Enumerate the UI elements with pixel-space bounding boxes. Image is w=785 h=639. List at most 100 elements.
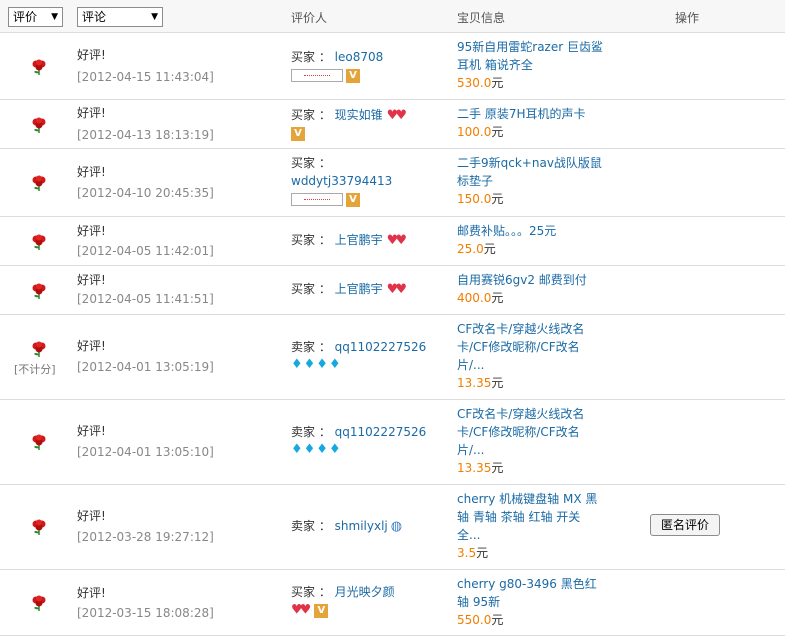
price-unit: 元 <box>491 613 504 627</box>
price-unit: 元 <box>491 291 504 305</box>
col-header-reviewer: 评价人 <box>291 11 328 25</box>
heart-rank-icon: ♥♥ <box>386 281 407 297</box>
rose-icon <box>32 595 46 611</box>
item-info: 二手 原装7H耳机的声卡 100.0元 <box>457 105 607 141</box>
item-title-link[interactable]: 自用赛锐6gv2 邮费到付 <box>457 271 607 289</box>
item-price: 400.0 <box>457 291 492 305</box>
rank-box <box>291 69 343 82</box>
rose-icon <box>32 434 46 450</box>
item-title-link[interactable]: 二手9新qck+nav战队版鼠标垫子 <box>457 154 607 190</box>
table-row: 好评! [2012-04-05 11:41:51] 买家 ： 上官鹏宇 ♥♥ 自用… <box>0 266 785 315</box>
chevron-down-icon: ▼ <box>51 12 58 22</box>
item-title-link[interactable]: 95新自用雷蛇razer 巨齿鲨耳机 箱说齐全 <box>457 38 607 74</box>
reviewer-name-link[interactable]: wddytj33794413 <box>291 172 441 190</box>
item-price: 530.0 <box>457 76 492 90</box>
price-unit: 元 <box>491 461 504 475</box>
price-unit: 元 <box>491 376 504 390</box>
item-info: CF改名卡/穿越火线改名卡/CF修改昵称/CF改名片/... 13.35元 <box>457 320 607 392</box>
item-info: 自用赛锐6gv2 邮费到付 400.0元 <box>457 271 607 307</box>
item-price: 550.0 <box>457 613 492 627</box>
item-info: 邮费补贴。。。25元 25.0元 <box>457 222 607 258</box>
item-price: 13.35 <box>457 461 492 475</box>
review-time: [2012-04-05 11:41:51] <box>77 292 214 306</box>
rose-icon <box>32 283 46 299</box>
review-time: [2012-04-01 13:05:19] <box>77 360 214 374</box>
diamond-rank-icon: ♦♦♦♦ <box>291 442 342 457</box>
table-header: 评价 ▼ 评论 ▼ 评价人 宝贝信息 操作 <box>0 0 785 33</box>
item-info: CF改名卡/穿越火线改名卡/CF修改昵称/CF改名片/... 13.35元 <box>457 405 607 477</box>
reviewer-role: 买家 ： <box>291 108 331 122</box>
no-score-label: [不计分] <box>14 363 56 376</box>
reviewer-name-link[interactable]: 上官鹏宇 <box>335 233 383 247</box>
item-title-link[interactable]: 二手 原装7H耳机的声卡 <box>457 105 607 123</box>
rating-verdict: 好评! <box>77 586 106 600</box>
anonymous-review-button[interactable]: 匿名评价 <box>650 514 720 536</box>
reviewer-info: 买家 ： wddytj33794413 V <box>291 154 441 208</box>
price-unit: 元 <box>483 242 496 256</box>
review-time: [2012-04-05 11:42:01] <box>77 244 214 258</box>
table-row: [不计分] 好评! [2012-04-01 13:05:19] 卖家 ： qq1… <box>0 315 785 400</box>
rose-icon <box>32 519 46 535</box>
table-row: 好评! [2012-04-05 11:42:01] 买家 ： 上官鹏宇 ♥♥ 邮费… <box>0 217 785 266</box>
review-time: [2012-04-15 11:43:04] <box>77 70 214 84</box>
comment-filter-select[interactable]: 评论 ▼ <box>77 7 163 27</box>
table-row: 好评! [2012-04-13 18:13:19] 买家 ： 现实如锥 ♥♥ V … <box>0 100 785 149</box>
reviewer-info: 卖家 ： qq1102227526 ♦♦♦♦ <box>291 338 441 374</box>
rating-verdict: 好评! <box>77 424 106 438</box>
table-row: 好评! [2012-03-28 19:27:12] 卖家 ： shmilyxlj… <box>0 485 785 570</box>
rating-verdict: 好评! <box>77 165 106 179</box>
reviewer-name-link[interactable]: 月光映夕颜 <box>335 585 395 599</box>
rating-verdict: 好评! <box>77 509 106 523</box>
rose-icon <box>32 341 46 357</box>
reviewer-role: 买家 ： <box>291 156 331 170</box>
reviewer-name-link[interactable]: 现实如锥 <box>335 108 383 122</box>
reviewer-name-link[interactable]: 上官鹏宇 <box>335 282 383 296</box>
col-header-action: 操作 <box>675 11 700 25</box>
col-header-item: 宝贝信息 <box>457 11 506 25</box>
reviewer-info: 买家 ： 上官鹏宇 ♥♥ <box>291 231 441 250</box>
item-price: 150.0 <box>457 192 492 206</box>
reviewer-role: 卖家 ： <box>291 340 331 354</box>
comment-filter-value: 评论 <box>82 10 107 24</box>
reviewer-role: 买家 ： <box>291 282 331 296</box>
reviewer-info: 买家 ： 现实如锥 ♥♥ V <box>291 106 441 143</box>
review-time: [2012-03-28 19:27:12] <box>77 530 214 544</box>
reviewer-name-link[interactable]: shmilyxlj <box>335 519 388 533</box>
item-title-link[interactable]: CF改名卡/穿越火线改名卡/CF修改昵称/CF改名片/... <box>457 405 607 459</box>
rating-verdict: 好评! <box>77 106 106 120</box>
rating-verdict: 好评! <box>77 339 106 353</box>
heart-rank-icon: ♥♥ <box>386 107 407 123</box>
item-price: 3.5 <box>457 546 477 560</box>
verified-v-icon: V <box>314 603 329 618</box>
reviewer-info: 买家 ： 月光映夕颜 ♥♥ V <box>291 583 441 620</box>
reviewer-info: 卖家 ： shmilyxlj ◍ <box>291 517 441 536</box>
reviewer-name-link[interactable]: qq1102227526 <box>335 340 427 354</box>
verified-v-icon: V <box>346 68 360 83</box>
reviewer-info: 买家 ： leo8708 V <box>291 48 441 84</box>
reviewer-info: 买家 ： 上官鹏宇 ♥♥ <box>291 280 441 299</box>
verified-v-icon: V <box>346 192 360 207</box>
item-info: 95新自用雷蛇razer 巨齿鲨耳机 箱说齐全 530.0元 <box>457 38 607 92</box>
review-time: [2012-03-15 18:08:28] <box>77 606 214 620</box>
item-info: 二手9新qck+nav战队版鼠标垫子 150.0元 <box>457 154 607 208</box>
rose-icon <box>32 59 46 75</box>
reviewer-role: 买家 ： <box>291 585 331 599</box>
item-info: cherry 机械键盘轴 MX 黑轴 青轴 茶轴 红轴 开关 全... 3.5元 <box>457 490 607 562</box>
rating-filter-select[interactable]: 评价 ▼ <box>8 7 63 27</box>
item-title-link[interactable]: CF改名卡/穿越火线改名卡/CF修改昵称/CF改名片/... <box>457 320 607 374</box>
item-title-link[interactable]: 邮费补贴。。。25元 <box>457 222 607 240</box>
review-time: [2012-04-01 13:05:10] <box>77 445 214 459</box>
heart-rank-icon: ♥♥ <box>386 232 407 248</box>
reviewer-name-link[interactable]: leo8708 <box>335 50 384 64</box>
chevron-down-icon: ▼ <box>151 12 158 22</box>
rank-box <box>291 193 343 206</box>
item-title-link[interactable]: cherry 机械键盘轴 MX 黑轴 青轴 茶轴 红轴 开关 全... <box>457 490 607 544</box>
rose-icon <box>32 117 46 133</box>
item-title-link[interactable]: cherry g80-3496 黑色红轴 95新 <box>457 575 607 611</box>
review-time: [2012-04-13 18:13:19] <box>77 128 214 142</box>
item-info: cherry g80-3496 黑色红轴 95新 550.0元 <box>457 575 607 629</box>
reviewer-name-link[interactable]: qq1102227526 <box>335 425 427 439</box>
reviewer-info: 卖家 ： qq1102227526 ♦♦♦♦ <box>291 423 441 459</box>
reviewer-role: 卖家 ： <box>291 519 331 533</box>
verified-v-icon: V <box>291 127 305 141</box>
